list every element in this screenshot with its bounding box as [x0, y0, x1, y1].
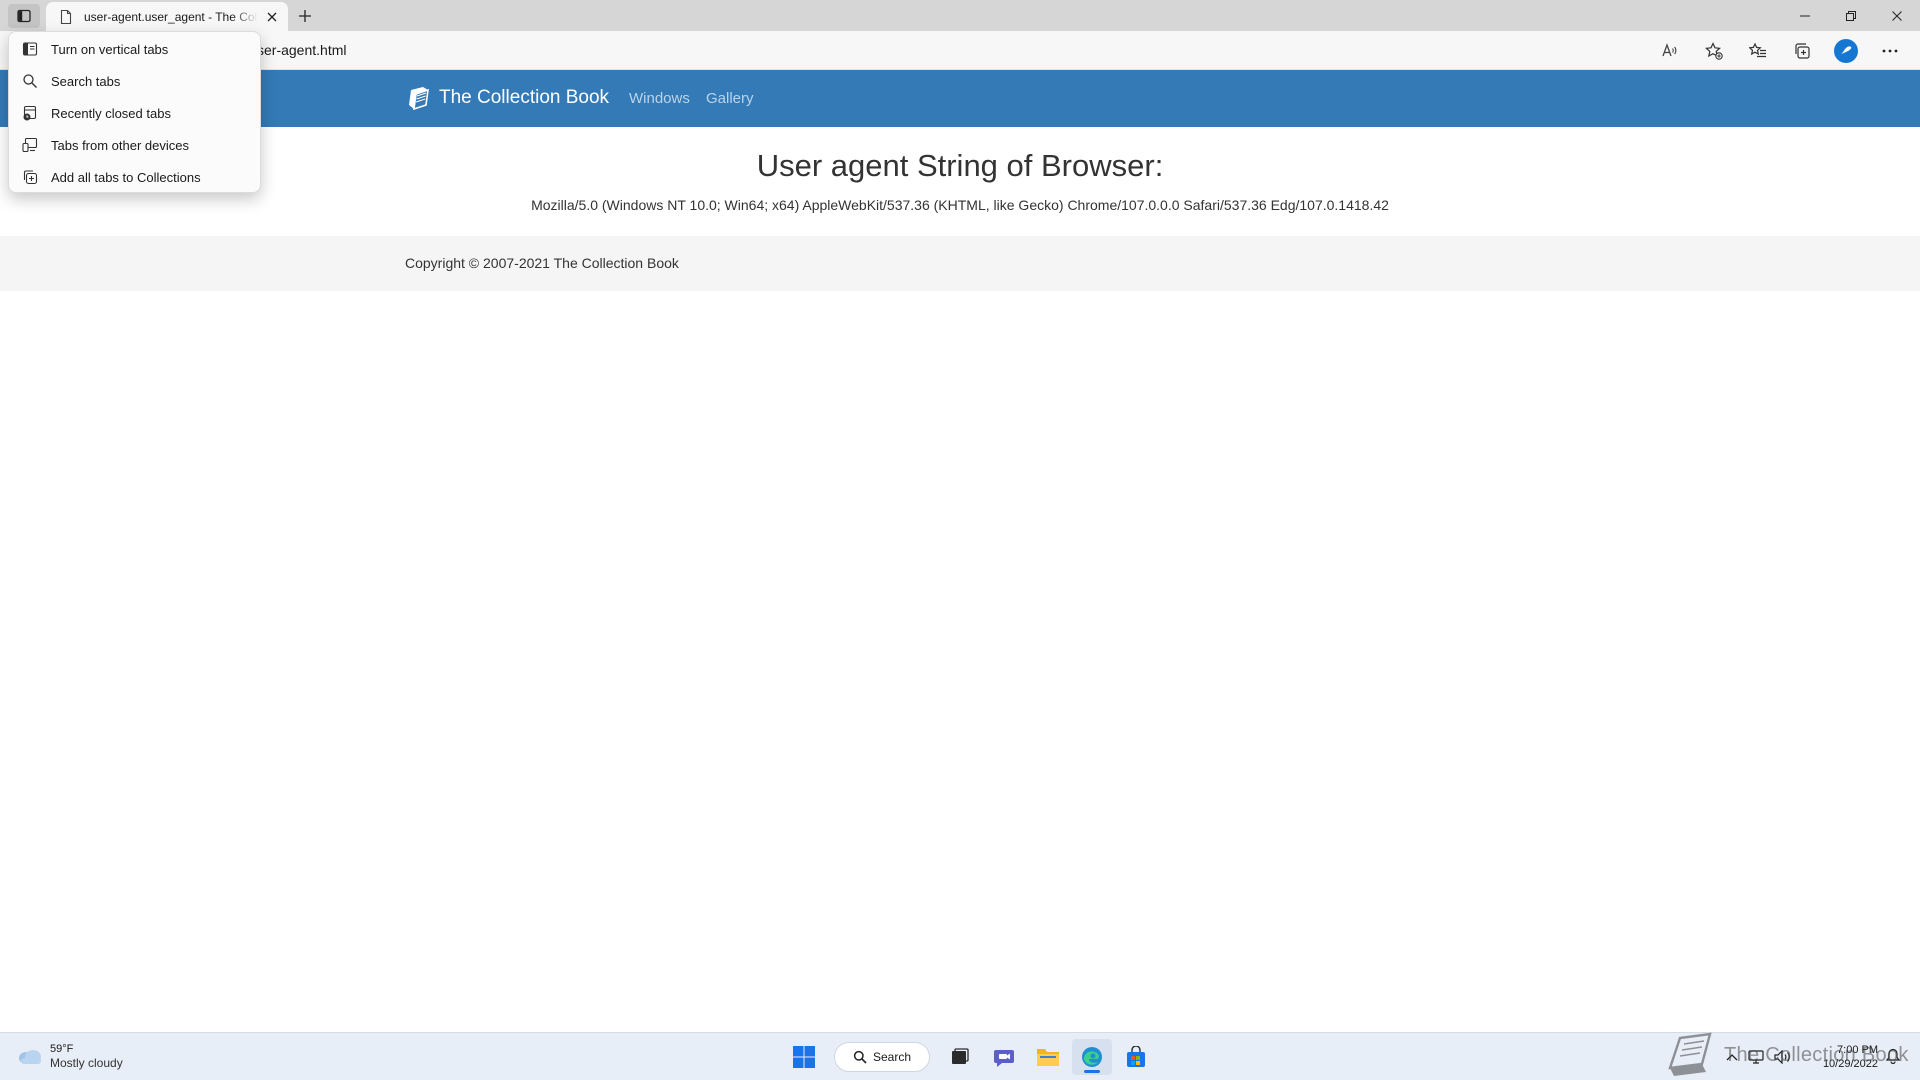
- tab-title: user-agent.user_agent - The Collection B…: [84, 9, 258, 24]
- search-icon: [853, 1050, 867, 1064]
- page-title: User agent String of Browser:: [756, 148, 1164, 183]
- menu-item-search-tabs[interactable]: Search tabs: [9, 65, 260, 97]
- tab-actions-button[interactable]: [8, 4, 40, 28]
- more-button[interactable]: [1872, 36, 1908, 66]
- collections-button[interactable]: [1784, 36, 1820, 66]
- favorites-button[interactable]: [1740, 36, 1776, 66]
- menu-item-label: Tabs from other devices: [51, 137, 190, 153]
- taskbar-apps: Search: [782, 1039, 1158, 1075]
- site-navbar: The Collection Book Windows Gallery: [0, 70, 1920, 127]
- nav-link-windows[interactable]: Windows: [629, 90, 690, 107]
- site-footer: Copyright © 2007-2021 The Collection Boo…: [0, 236, 1920, 291]
- profile-button[interactable]: [1828, 36, 1864, 66]
- active-app-indicator: [1084, 1070, 1100, 1073]
- page-icon: [60, 9, 72, 24]
- address-bar[interactable]: ser-agent.html: [257, 42, 346, 58]
- menu-item-label: Turn on vertical tabs: [51, 41, 169, 57]
- file-explorer-button[interactable]: [1028, 1039, 1068, 1075]
- profile-icon: [1834, 39, 1858, 63]
- devices-icon: [22, 137, 38, 153]
- task-view-button[interactable]: [940, 1039, 980, 1075]
- windows-logo-icon: [793, 1046, 815, 1068]
- weather-description: Mostly cloudy: [50, 1056, 123, 1070]
- edge-browser-button[interactable]: [1072, 1039, 1112, 1075]
- weather-widget[interactable]: 59°F Mostly cloudy: [16, 1042, 123, 1071]
- plus-icon: [299, 10, 311, 22]
- store-icon: [1127, 1046, 1145, 1067]
- cloud-icon: [19, 1049, 41, 1064]
- tab-close-button[interactable]: [264, 9, 280, 25]
- taskbar: 59°F Mostly cloudy Search 7:00 PM 10/29/…: [0, 1032, 1920, 1080]
- watermark: The Collection Book: [1666, 1030, 1909, 1080]
- collections-icon: [1795, 43, 1810, 59]
- brand-name: The Collection Book: [439, 87, 610, 108]
- vertical-tabs-icon: [22, 42, 38, 56]
- start-button[interactable]: [784, 1039, 824, 1075]
- restore-icon: [1846, 10, 1856, 21]
- menu-item-add-to-collections[interactable]: Add all tabs to Collections: [9, 161, 260, 193]
- menu-item-recently-closed[interactable]: Recently closed tabs: [9, 97, 260, 129]
- menu-item-label: Add all tabs to Collections: [51, 169, 201, 185]
- restore-button[interactable]: [1828, 0, 1874, 31]
- menu-item-label: Recently closed tabs: [51, 105, 171, 121]
- recently-closed-icon: [23, 105, 37, 121]
- close-icon: [267, 12, 277, 21]
- new-tab-button[interactable]: [294, 5, 316, 27]
- close-window-button[interactable]: [1874, 0, 1920, 31]
- more-icon: [1882, 49, 1898, 53]
- tab-actions-menu: Turn on vertical tabs Search tabs Recent…: [8, 31, 261, 193]
- copyright-text: Copyright © 2007-2021 The Collection Boo…: [405, 255, 679, 271]
- favorites-icon: [1749, 42, 1766, 58]
- edge-icon: [1082, 1047, 1102, 1067]
- menu-item-label: Search tabs: [51, 73, 121, 89]
- watermark-text: The Collection Book: [1724, 1043, 1909, 1066]
- book-logo-icon: [409, 87, 429, 111]
- browser-tab[interactable]: user-agent.user_agent - The Collection B…: [46, 2, 288, 31]
- favorite-star-icon: [1705, 42, 1723, 60]
- weather-temperature: 59°F: [50, 1043, 74, 1055]
- menu-item-other-devices[interactable]: Tabs from other devices: [9, 129, 260, 161]
- collections-icon: [23, 170, 38, 185]
- search-label: Search: [873, 1050, 912, 1064]
- title-bar: user-agent.user_agent - The Collection B…: [0, 0, 1920, 31]
- close-icon: [1892, 10, 1902, 21]
- teams-chat-button[interactable]: [984, 1039, 1024, 1075]
- chat-icon: [994, 1050, 1014, 1067]
- read-aloud-button[interactable]: [1652, 36, 1688, 66]
- minimize-button[interactable]: [1782, 0, 1828, 31]
- minimize-icon: [1800, 15, 1810, 16]
- read-aloud-icon: [1662, 43, 1677, 57]
- add-favorite-button[interactable]: [1696, 36, 1732, 66]
- toolbar-icons: [1644, 36, 1908, 66]
- nav-link-gallery[interactable]: Gallery: [706, 90, 754, 107]
- menu-item-vertical-tabs[interactable]: Turn on vertical tabs: [9, 33, 260, 65]
- folder-icon: [1037, 1049, 1059, 1066]
- taskbar-search[interactable]: Search: [834, 1042, 930, 1072]
- user-agent-string: Mozilla/5.0 (Windows NT 10.0; Win64; x64…: [531, 197, 1389, 213]
- task-view-icon: [952, 1048, 969, 1064]
- search-icon: [23, 74, 37, 88]
- book-watermark-icon: [1668, 1032, 1712, 1076]
- store-button[interactable]: [1116, 1039, 1156, 1075]
- browser-toolbar: ser-agent.html: [0, 31, 1920, 70]
- tab-actions-icon: [17, 9, 31, 23]
- window-controls: [1782, 0, 1920, 31]
- site-brand[interactable]: The Collection Book: [405, 84, 609, 112]
